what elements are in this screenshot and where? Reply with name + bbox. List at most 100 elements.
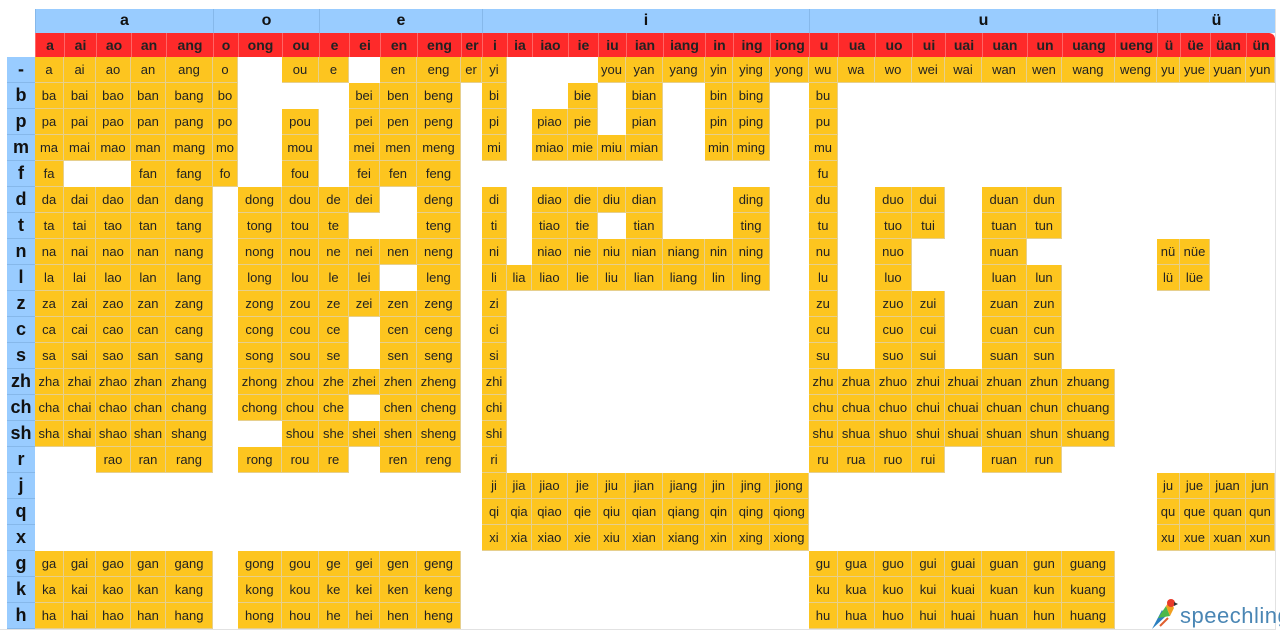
empty-cell	[1210, 343, 1246, 369]
empty-cell	[1210, 83, 1246, 109]
empty-cell	[1062, 473, 1115, 499]
empty-cell	[838, 239, 875, 265]
empty-cell	[1246, 265, 1275, 291]
empty-cell	[705, 421, 733, 447]
empty-cell	[213, 499, 238, 525]
empty-cell	[705, 603, 733, 629]
final-header: ie	[568, 33, 598, 57]
empty-cell	[1157, 109, 1180, 135]
syllable-cell: pai	[64, 109, 96, 135]
empty-cell	[1027, 109, 1062, 135]
syllable-cell: lie	[568, 265, 598, 291]
corner-blank	[0, 9, 35, 33]
empty-cell	[770, 239, 809, 265]
empty-cell	[213, 395, 238, 421]
syllable-cell: cun	[1027, 317, 1062, 343]
syllable-cell: yan	[626, 57, 663, 83]
empty-cell	[838, 291, 875, 317]
empty-cell	[663, 291, 705, 317]
syllable-cell: xiang	[663, 525, 705, 551]
empty-cell	[705, 447, 733, 473]
syllable-cell: lao	[96, 265, 131, 291]
empty-cell	[875, 83, 912, 109]
syllable-cell: sha	[35, 421, 64, 447]
empty-cell	[1246, 551, 1275, 577]
empty-cell	[626, 577, 663, 603]
syllable-cell: xian	[626, 525, 663, 551]
syllable-cell: nü	[1157, 239, 1180, 265]
syllable-cell: qiang	[663, 499, 705, 525]
syllable-cell: sheng	[417, 421, 461, 447]
empty-cell	[507, 239, 532, 265]
empty-cell	[1180, 343, 1210, 369]
empty-cell	[461, 343, 482, 369]
syllable-cell: deng	[417, 187, 461, 213]
syllable-cell: wo	[875, 57, 912, 83]
syllable-cell: chun	[1027, 395, 1062, 421]
syllable-cell: ri	[482, 447, 507, 473]
syllable-cell: nin	[705, 239, 733, 265]
syllable-cell: gui	[912, 551, 945, 577]
syllable-cell: ban	[131, 83, 166, 109]
syllable-cell: tui	[912, 213, 945, 239]
initial-label: m	[7, 135, 35, 161]
empty-cell	[319, 499, 349, 525]
empty-cell	[166, 473, 213, 499]
syllable-cell: cha	[35, 395, 64, 421]
empty-cell	[598, 603, 626, 629]
empty-cell	[380, 525, 417, 551]
syllable-cell: zhuan	[982, 369, 1027, 395]
syllable-cell: en	[380, 57, 417, 83]
empty-cell	[1062, 239, 1115, 265]
syllable-cell: hang	[166, 603, 213, 629]
empty-cell	[945, 525, 982, 551]
syllable-cell: chen	[380, 395, 417, 421]
syllable-cell: tou	[282, 213, 319, 239]
empty-cell	[380, 187, 417, 213]
syllable-cell: bai	[64, 83, 96, 109]
syllable-cell: huo	[875, 603, 912, 629]
syllable-cell: nong	[238, 239, 282, 265]
empty-cell	[1180, 447, 1210, 473]
empty-cell	[417, 499, 461, 525]
syllable-cell: kou	[282, 577, 319, 603]
empty-cell	[213, 369, 238, 395]
empty-cell	[770, 213, 809, 239]
empty-cell	[1115, 499, 1157, 525]
syllable-cell: zu	[809, 291, 838, 317]
empty-cell	[1180, 135, 1210, 161]
empty-cell	[1246, 395, 1275, 421]
syllable-cell: cen	[380, 317, 417, 343]
syllable-cell: qing	[733, 499, 770, 525]
empty-cell	[1246, 421, 1275, 447]
syllable-cell: ku	[809, 577, 838, 603]
syllable-cell: ken	[380, 577, 417, 603]
syllable-cell: gou	[282, 551, 319, 577]
syllable-cell: yue	[1180, 57, 1210, 83]
syllable-cell: jiong	[770, 473, 809, 499]
syllable-cell: diao	[532, 187, 568, 213]
syllable-cell: tong	[238, 213, 282, 239]
syllable-cell: run	[1027, 447, 1062, 473]
syllable-cell: jian	[626, 473, 663, 499]
empty-cell	[705, 161, 733, 187]
empty-cell	[1210, 109, 1246, 135]
syllable-cell: suan	[982, 343, 1027, 369]
syllable-cell: xing	[733, 525, 770, 551]
empty-cell	[417, 525, 461, 551]
syllable-cell: fen	[380, 161, 417, 187]
syllable-cell: wen	[1027, 57, 1062, 83]
syllable-cell: po	[213, 109, 238, 135]
syllable-cell: kun	[1027, 577, 1062, 603]
empty-cell	[461, 525, 482, 551]
syllable-cell: zhu	[809, 369, 838, 395]
syllable-cell: zeng	[417, 291, 461, 317]
syllable-cell: lei	[349, 265, 380, 291]
syllable-cell: kao	[96, 577, 131, 603]
empty-cell	[482, 603, 507, 629]
syllable-cell: ke	[319, 577, 349, 603]
syllable-cell: o	[213, 57, 238, 83]
empty-cell	[912, 83, 945, 109]
empty-cell	[568, 369, 598, 395]
empty-cell	[507, 577, 532, 603]
